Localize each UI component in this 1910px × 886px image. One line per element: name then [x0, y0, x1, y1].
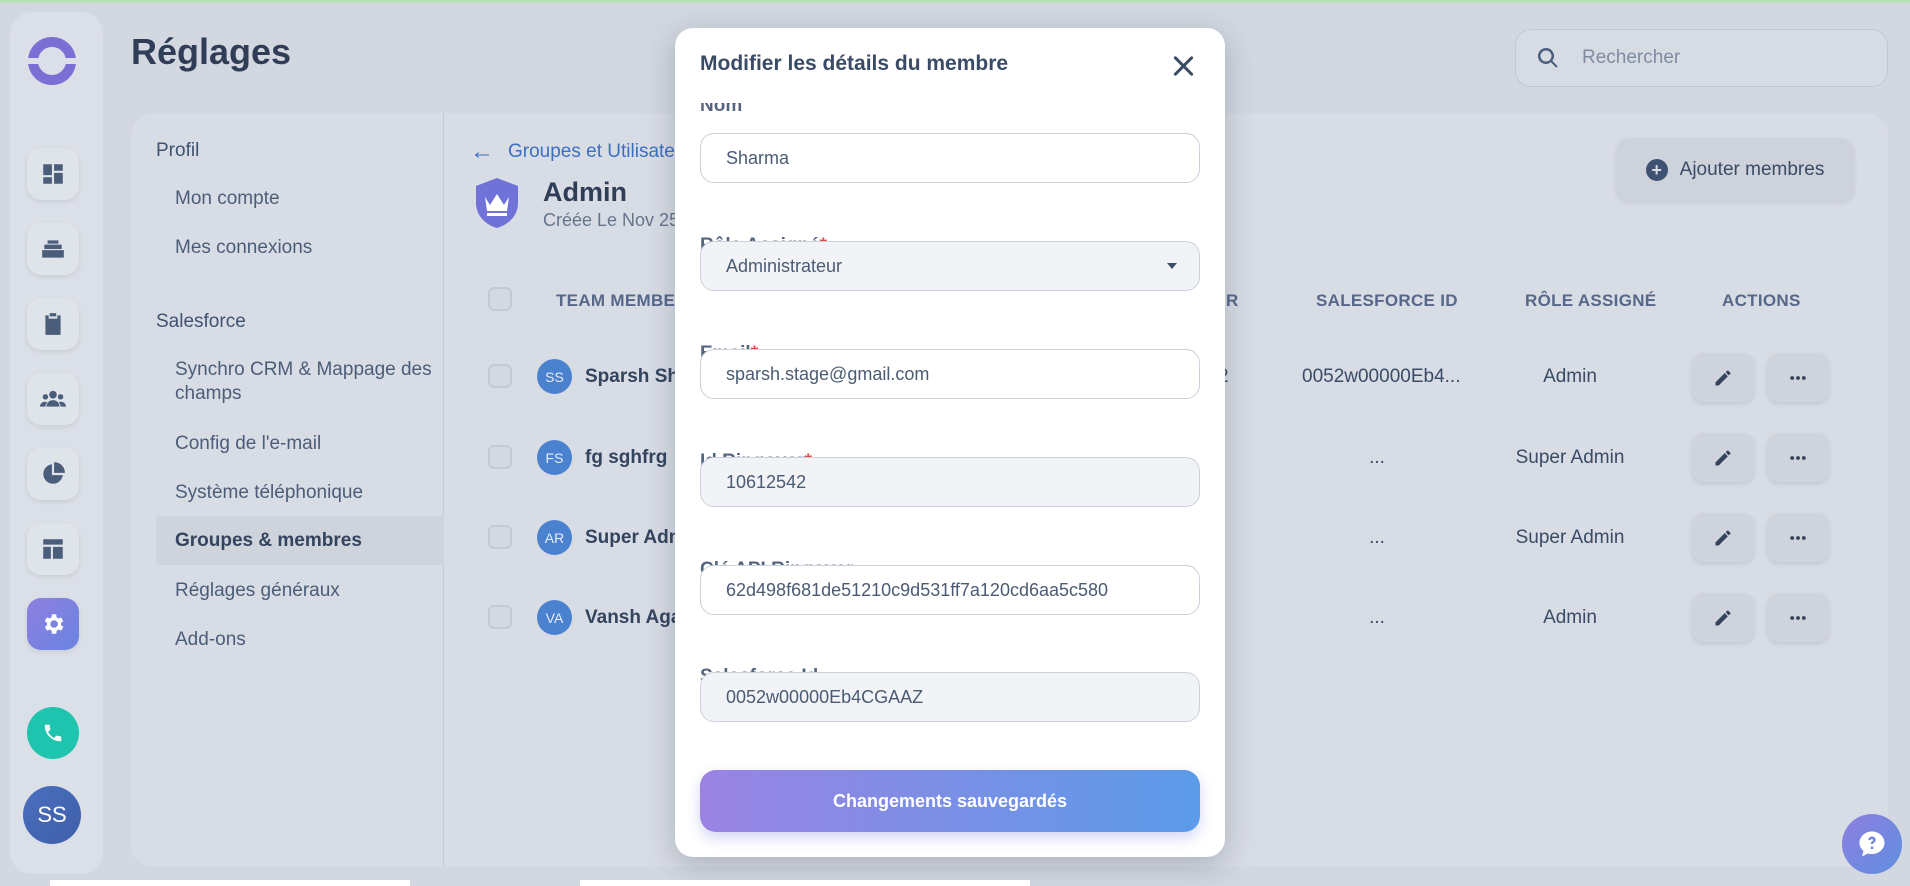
help-icon[interactable] — [1842, 814, 1902, 874]
group-title: Admin — [543, 177, 627, 207]
sidebar-item-mes-connexions[interactable]: Mes connexions — [156, 236, 444, 260]
bottom-strip — [50, 880, 410, 886]
page-title: Réglages — [131, 31, 292, 72]
sidebar-item-config-email[interactable]: Config de l'e-mail — [156, 432, 444, 456]
bottom-strip — [580, 880, 970, 886]
more-horizontal-icon — [1790, 615, 1806, 620]
avatar: AR — [537, 520, 572, 555]
row-checkbox[interactable] — [488, 525, 512, 549]
role-select-value: Administrateur — [726, 255, 843, 276]
edit-button[interactable] — [1692, 353, 1754, 402]
crown-shield-icon — [476, 178, 518, 228]
header-team-member: TEAM MEMBE — [556, 291, 676, 310]
dashboard-icon[interactable] — [27, 148, 79, 200]
add-members-button[interactable]: + Ajouter membres — [1616, 138, 1854, 201]
name-field[interactable]: Sharma — [700, 133, 1200, 183]
pencil-icon — [1715, 530, 1731, 545]
more-button[interactable] — [1767, 593, 1829, 642]
close-icon[interactable] — [1170, 53, 1198, 81]
row-checkbox[interactable] — [488, 605, 512, 629]
pencil-icon — [1715, 450, 1731, 465]
header-actions: ACTIONS — [1722, 291, 1801, 310]
role-cell: Super Admin — [1515, 447, 1625, 468]
select-all-checkbox[interactable] — [488, 287, 512, 311]
group-created: Créée Le Nov 25 — [543, 210, 680, 230]
layout-icon[interactable] — [27, 523, 79, 575]
more-horizontal-icon — [1790, 535, 1806, 540]
sidebar-item-mon-compte[interactable]: Mon compte — [156, 187, 444, 211]
salesforce-id-field[interactable]: 0052w00000Eb4CGAAZ — [700, 672, 1200, 722]
add-members-label: Ajouter membres — [1679, 158, 1825, 180]
header-role: RÔLE ASSIGNÉ — [1525, 291, 1657, 310]
role-cell: Super Admin — [1515, 527, 1625, 548]
edit-member-modal: Modifier les détails du membre Nom Sharm… — [675, 28, 1225, 857]
member-name[interactable]: fg sghfrg — [585, 447, 667, 469]
search-input[interactable] — [1582, 47, 1862, 69]
save-button[interactable]: Changements sauvegardés — [700, 770, 1200, 832]
back-link[interactable]: ← Groupes et Utilisate — [470, 138, 675, 166]
header-partial: R — [1226, 291, 1239, 310]
pencil-icon — [1715, 610, 1731, 625]
clipboard-icon[interactable] — [27, 298, 79, 350]
plus-circle-icon: + — [1645, 158, 1668, 181]
more-button[interactable] — [1767, 433, 1829, 482]
sidebar-group-profile: Profil — [156, 140, 200, 161]
more-horizontal-icon — [1790, 375, 1806, 380]
edit-button[interactable] — [1692, 433, 1754, 482]
arrow-left-icon: ← — [470, 138, 494, 165]
more-button[interactable] — [1767, 513, 1829, 562]
sidebar-item-groupes-membres[interactable]: Groupes & membres — [156, 516, 444, 565]
bottom-strip — [970, 880, 1030, 886]
member-name[interactable]: Vansh Agar — [585, 607, 689, 629]
app-logo[interactable] — [26, 37, 78, 85]
salesforce-id-cell: ... — [1369, 527, 1385, 548]
more-horizontal-icon — [1790, 455, 1806, 460]
search-box[interactable] — [1515, 29, 1888, 87]
salesforce-id-cell: 0052w00000Eb4... — [1302, 366, 1461, 387]
member-name[interactable]: Sparsh Sha — [585, 366, 690, 388]
top-border — [0, 0, 1910, 3]
sidebar-item-synchro-crm[interactable]: Synchro CRM & Mappage des champs — [156, 358, 444, 406]
name-label: Nom — [700, 103, 743, 116]
role-cell: Admin — [1543, 366, 1597, 387]
search-icon — [1537, 47, 1558, 68]
salesforce-id-cell: ... — [1369, 447, 1385, 468]
modal-body: Nom Sharma Rôle Assigné* Administrateur … — [675, 103, 1225, 763]
sidebar-group-salesforce: Salesforce — [156, 311, 246, 332]
role-select[interactable]: Administrateur — [700, 241, 1200, 291]
api-key-field[interactable]: 62d498f681de51210c9d531ff7a120cd6aa5c580 — [700, 565, 1200, 615]
salesforce-id-cell: ... — [1369, 607, 1385, 628]
caret-down-icon — [1167, 263, 1177, 269]
stack-icon[interactable] — [27, 223, 79, 275]
more-button[interactable] — [1767, 353, 1829, 402]
avatar: VA — [537, 600, 572, 635]
user-avatar[interactable]: SS — [23, 786, 81, 844]
email-field[interactable]: sparsh.stage@gmail.com — [700, 349, 1200, 399]
header-salesforce-id: SALESFORCE ID — [1316, 291, 1458, 310]
member-name[interactable]: Super Adm — [585, 527, 686, 549]
role-cell: Admin — [1543, 607, 1597, 628]
sidebar-item-add-ons[interactable]: Add-ons — [156, 628, 444, 652]
edit-button[interactable] — [1692, 513, 1754, 562]
phone-icon[interactable] — [27, 707, 79, 759]
modal-title: Modifier les détails du membre — [700, 52, 1009, 75]
team-icon[interactable] — [27, 373, 79, 425]
edit-button[interactable] — [1692, 593, 1754, 642]
settings-icon[interactable] — [27, 598, 79, 650]
pencil-icon — [1715, 370, 1731, 385]
sidebar-item-reglages-generaux[interactable]: Réglages généraux — [156, 579, 444, 603]
avatar: SS — [537, 359, 572, 394]
avatar: FS — [537, 440, 572, 475]
ringover-id-field[interactable]: 10612542 — [700, 457, 1200, 507]
sidebar-item-systeme-telephonique[interactable]: Système téléphonique — [156, 481, 444, 505]
row-checkbox[interactable] — [488, 445, 512, 469]
row-checkbox[interactable] — [488, 364, 512, 388]
back-link-label: Groupes et Utilisate — [508, 141, 675, 162]
pie-chart-icon[interactable] — [27, 448, 79, 500]
